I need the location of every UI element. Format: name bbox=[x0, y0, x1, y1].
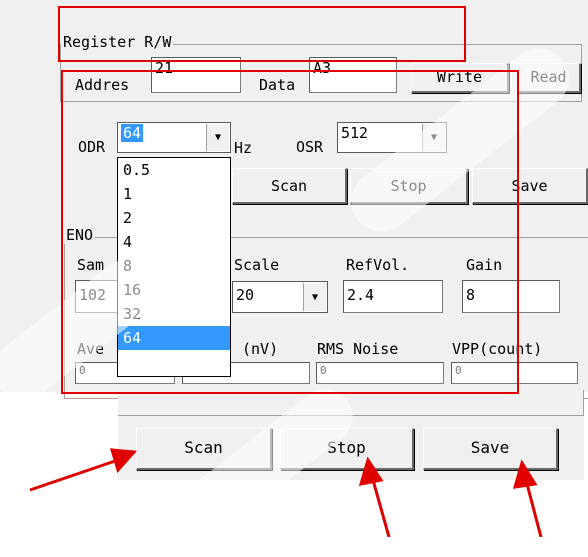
arrow-to-scan bbox=[29, 458, 119, 492]
arrow-to-save bbox=[525, 483, 543, 537]
arrow-head-scan bbox=[109, 448, 138, 474]
arrow-to-stop bbox=[371, 479, 391, 537]
annotation-arrows bbox=[29, 448, 543, 537]
arrow-head-save bbox=[512, 459, 538, 489]
arrow-head-stop bbox=[358, 456, 384, 486]
